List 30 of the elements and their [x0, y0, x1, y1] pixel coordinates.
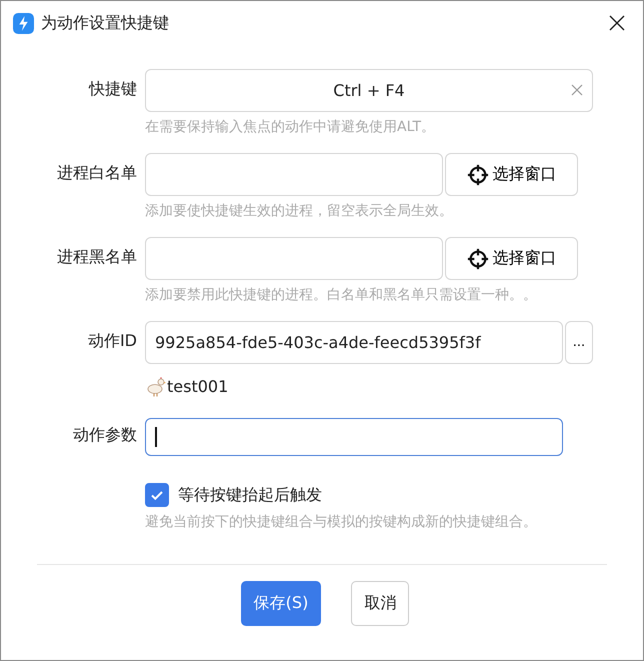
cancel-button[interactable]: 取消 — [351, 581, 410, 626]
app-logo-icon — [13, 12, 34, 34]
hint-text: 添加要禁用此快捷键的进程。白名单和黑名单只需设置一种。。 — [145, 286, 538, 304]
field-label: 动作ID — [86, 330, 137, 352]
select-window-button[interactable]: 选择窗口 — [445, 153, 578, 196]
crosshair-icon — [466, 248, 488, 270]
shortcut-field[interactable]: Ctrl + F4 — [145, 69, 593, 112]
window-title: 为动作设置快捷键 — [41, 12, 170, 34]
action-name: test001 — [167, 376, 228, 396]
more-button[interactable]: ... — [565, 321, 593, 364]
hint-text: 避免当前按下的快捷键组合与模拟的按键构成新的快捷键组合。 — [145, 513, 538, 531]
close-icon — [609, 15, 625, 31]
field-label: 进程白名单 — [56, 162, 137, 184]
process-field[interactable] — [145, 153, 443, 196]
field-label: 进程黑名单 — [56, 246, 137, 268]
process-field[interactable] — [145, 237, 443, 280]
crosshair-icon — [466, 164, 488, 186]
checkbox-label: 等待按键抬起后触发 — [178, 484, 322, 506]
field-label: 动作参数 — [72, 424, 137, 446]
hint-text: 在需要保持输入焦点的动作中请避免使用ALT。 — [145, 118, 436, 136]
field-label: 快捷键 — [88, 78, 137, 100]
hint-text: 添加要使快捷键生效的进程，留空表示全局生效。 — [145, 202, 454, 220]
action-id-field[interactable]: 9925a854-fde5-403c-a4de-feecd5395f3f — [145, 321, 563, 364]
select-window-button[interactable]: 选择窗口 — [445, 237, 578, 280]
save-button[interactable]: 保存(S) — [240, 581, 322, 626]
text-cursor — [155, 427, 157, 447]
clear-icon[interactable] — [571, 84, 583, 96]
chicken-icon — [145, 375, 167, 397]
checkbox[interactable] — [145, 483, 169, 507]
parameter-field[interactable] — [145, 418, 563, 456]
